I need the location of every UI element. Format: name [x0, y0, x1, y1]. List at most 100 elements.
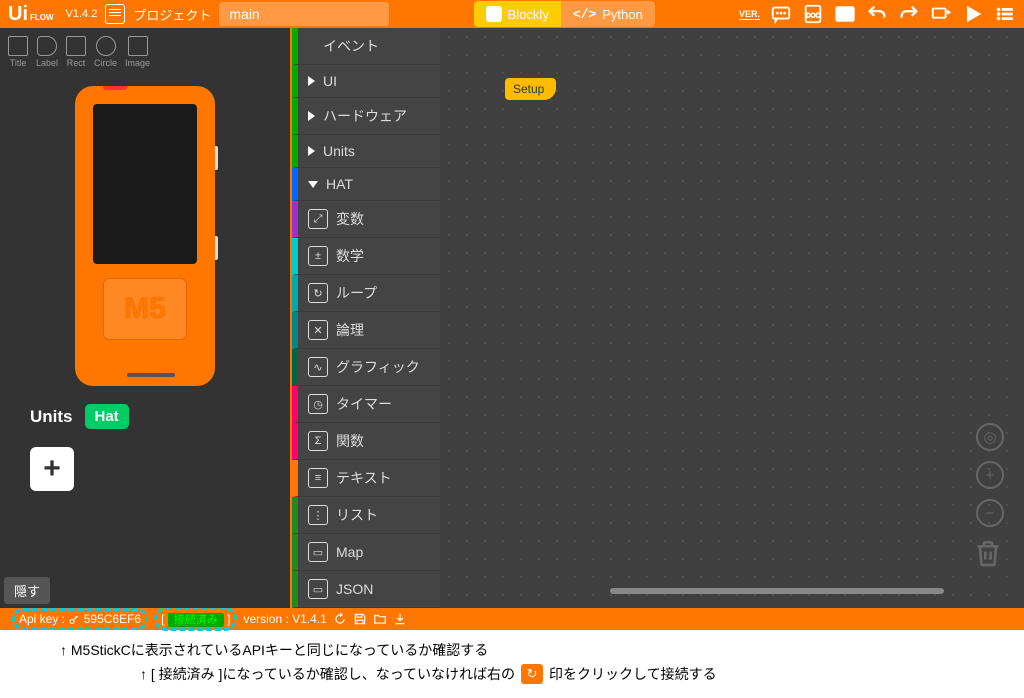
doc-icon[interactable]: DOC	[802, 3, 824, 25]
api-key-value: 595C6EF6	[84, 612, 141, 626]
download-icon[interactable]	[393, 612, 407, 626]
h-scrollbar[interactable]	[610, 588, 944, 594]
chevron-right-icon	[308, 76, 315, 86]
redo-icon[interactable]	[898, 3, 920, 25]
hide-button[interactable]: 隠す	[4, 577, 50, 604]
menu-icon[interactable]	[994, 3, 1016, 25]
cat-graphic[interactable]: ∿ グラフィック	[292, 349, 440, 386]
cat-func[interactable]: Σ関数	[292, 423, 440, 460]
status-badge: 接続済み	[168, 613, 224, 627]
tool-image[interactable]: Image	[125, 36, 150, 68]
tool-circle[interactable]: Circle	[94, 36, 117, 68]
logo-main: Ui	[8, 3, 28, 26]
zoom-out-button[interactable]: −	[976, 499, 1004, 527]
tool-rect[interactable]: Rect	[66, 36, 86, 68]
cat-json[interactable]: ▭ JSON	[292, 571, 440, 608]
chevron-right-icon	[308, 146, 315, 156]
cat-map[interactable]: ▭Map	[292, 534, 440, 571]
header-icons: VER. DOC DEMO	[739, 3, 1016, 25]
cat-list[interactable]: ⋮ リスト	[292, 497, 440, 534]
tool-title[interactable]: Title	[8, 36, 28, 68]
text-icon: ≡	[308, 468, 328, 488]
m5stick-device[interactable]: M5	[75, 86, 215, 386]
folder-icon[interactable]	[373, 612, 387, 626]
sync-icon[interactable]	[930, 3, 952, 25]
cat-timer[interactable]: ◷タイマー	[292, 386, 440, 423]
tool-image-label: Image	[125, 58, 150, 68]
trash-icon[interactable]	[972, 537, 1004, 573]
device-screen[interactable]	[93, 104, 197, 264]
cat-text[interactable]: ≡テキスト	[292, 460, 440, 497]
tab-blockly-label: Blockly	[508, 7, 549, 22]
api-key-label: Api key :	[19, 612, 65, 626]
sidebar: Title Label Rect Circle Image M5 Units H…	[0, 28, 290, 608]
cat-logic[interactable]: ✕ 論理	[292, 312, 440, 349]
main: Title Label Rect Circle Image M5 Units H…	[0, 28, 1024, 608]
cat-math[interactable]: ±数学	[292, 238, 440, 275]
refresh-icon[interactable]	[333, 612, 347, 626]
list-icon: ⋮	[308, 505, 328, 525]
cat-label: リスト	[336, 505, 378, 525]
center-button[interactable]: ◎	[976, 423, 1004, 451]
units-row: Units Hat	[0, 396, 290, 437]
cat-label: Map	[336, 544, 363, 560]
tab-python[interactable]: </> Python	[561, 1, 655, 27]
zoom-in-button[interactable]: +	[976, 461, 1004, 489]
loop-icon: ↻	[308, 283, 328, 303]
cat-label: HAT	[326, 176, 353, 192]
version-label: V1.4.2	[66, 8, 98, 20]
cat-label: JSON	[336, 581, 373, 597]
tool-rect-label: Rect	[67, 58, 86, 68]
device-bottom-strip	[127, 373, 175, 377]
setup-block[interactable]: Setup	[505, 78, 556, 100]
cat-label: 論理	[336, 320, 364, 340]
hat-badge[interactable]: Hat	[85, 404, 129, 429]
cat-ui[interactable]: UI	[292, 65, 440, 98]
header: Ui FLOW V1.4.2 プロジェクト Blockly </> Python…	[0, 0, 1024, 28]
cat-label: グラフィック	[336, 357, 420, 377]
ver-badge[interactable]: VER.	[739, 9, 760, 20]
device-m5-button[interactable]: M5	[103, 278, 187, 340]
cat-hat[interactable]: HAT	[292, 168, 440, 201]
units-label: Units	[30, 407, 73, 427]
annotation-2b-text: 印をクリックして接続する	[549, 664, 717, 684]
logic-icon: ✕	[308, 320, 328, 340]
tool-label[interactable]: Label	[36, 36, 58, 68]
function-icon: Σ	[308, 431, 328, 451]
code-icon: </>	[573, 7, 596, 22]
math-icon: ±	[308, 246, 328, 266]
project-name-input[interactable]	[219, 2, 389, 26]
device-side-button-1[interactable]	[215, 146, 218, 170]
refresh-icon-inline: ↻	[521, 664, 543, 684]
cat-var[interactable]: ⤢ 変数	[292, 201, 440, 238]
document-icon[interactable]	[105, 4, 125, 24]
svg-text:DOC: DOC	[806, 13, 821, 20]
device-side-button-2[interactable]	[215, 236, 218, 260]
undo-icon[interactable]	[866, 3, 888, 25]
fw-version: version : V1.4.1	[243, 612, 326, 626]
status-ring: [ 接続済み ]	[154, 607, 237, 631]
demo-icon[interactable]: DEMO	[834, 3, 856, 25]
chat-icon[interactable]	[770, 3, 792, 25]
graphic-icon: ∿	[308, 357, 328, 377]
category-list[interactable]: イベント UI ハードウェア Units HAT ⤢ 変数 ±数学 ↻ループ ✕ 論…	[290, 28, 440, 608]
cat-loop[interactable]: ↻ループ	[292, 275, 440, 312]
play-icon[interactable]	[962, 3, 984, 25]
workspace-canvas[interactable]: Setup ◎ + −	[440, 28, 1024, 608]
annotations: ↑ M5StickCに表示されているAPIキーと同じになっているか確認する ↑ …	[0, 630, 1024, 698]
cat-units[interactable]: Units	[292, 135, 440, 168]
json-icon: ▭	[308, 579, 328, 599]
tab-blockly[interactable]: Blockly	[474, 1, 561, 27]
cat-hardware[interactable]: ハードウェア	[292, 98, 440, 135]
footer: Api key : 595C6EF6 [ 接続済み ] version : V1…	[0, 608, 1024, 630]
variable-icon: ⤢	[308, 209, 328, 229]
chevron-right-icon	[308, 111, 315, 121]
project-label: プロジェクト	[133, 5, 211, 24]
save-icon[interactable]	[353, 612, 367, 626]
canvas-controls: ◎ + −	[976, 423, 1004, 527]
add-unit-button[interactable]: +	[30, 447, 74, 491]
cat-event[interactable]: イベント	[292, 28, 440, 65]
tab-python-label: Python	[602, 7, 642, 22]
cat-label: 変数	[336, 209, 364, 229]
svg-text:DEMO: DEMO	[835, 12, 854, 19]
